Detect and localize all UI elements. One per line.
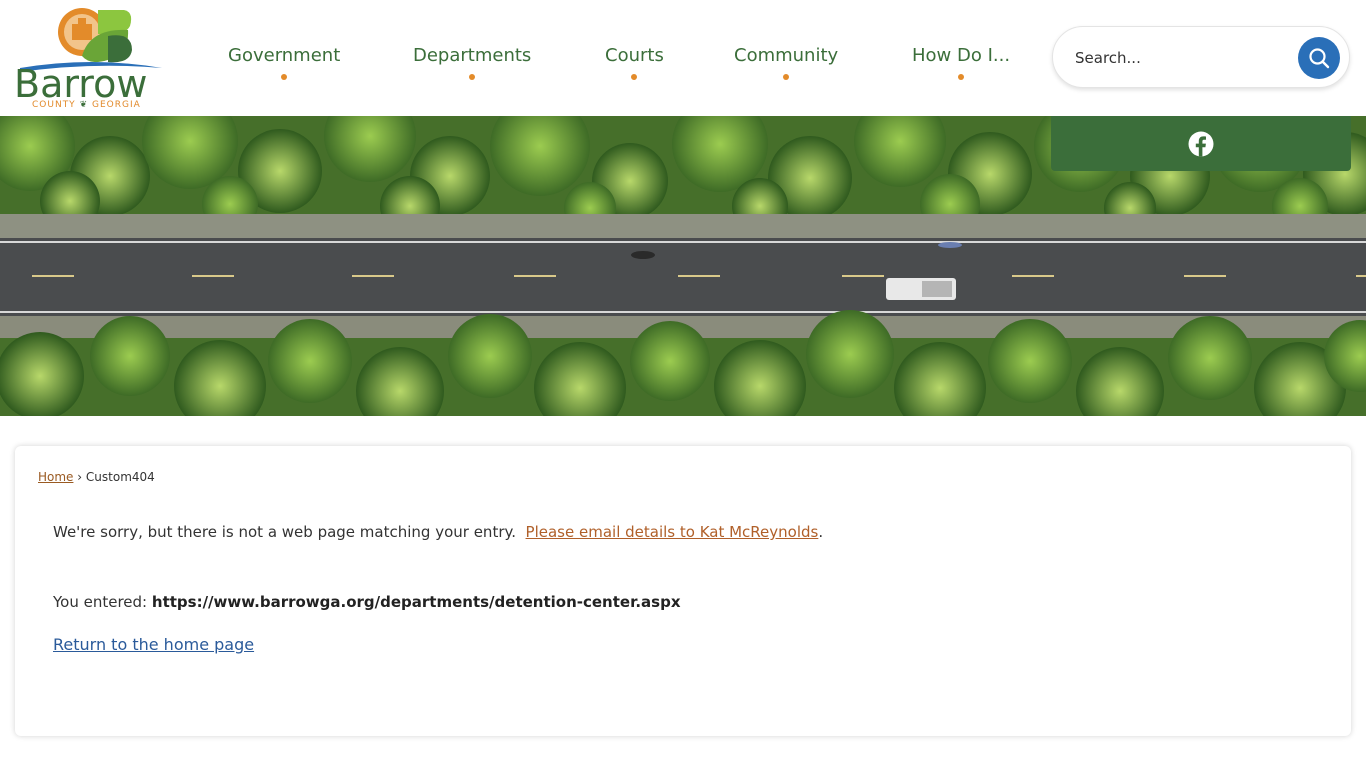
logo-leaf-icon: ❦ bbox=[79, 100, 89, 110]
nav-item-community[interactable]: Community bbox=[734, 45, 838, 80]
logo-state-text: GEORGIA bbox=[91, 100, 141, 110]
search-icon bbox=[1309, 48, 1330, 69]
nav-dot-icon bbox=[783, 74, 790, 80]
logo-county-text: COUNTY bbox=[32, 100, 76, 110]
nav-item-label: Community bbox=[734, 45, 839, 66]
nav-dot-icon bbox=[281, 74, 288, 80]
breadcrumb-current: Custom404 bbox=[85, 470, 155, 484]
search-button[interactable] bbox=[1298, 37, 1340, 79]
email-details-link[interactable]: Please email details to Kat McReynolds bbox=[526, 523, 819, 541]
return-home-link[interactable]: Return to the home page bbox=[53, 635, 254, 654]
site-header: Barrow COUNTY ❦ GEORGIA Government Depar… bbox=[0, 0, 1366, 116]
nav-dot-icon bbox=[631, 74, 638, 80]
sorry-text: We're sorry, but there is not a web page… bbox=[53, 523, 516, 541]
logo-subtitle: COUNTY ❦ GEORGIA bbox=[32, 100, 141, 110]
not-found-message: We're sorry, but there is not a web page… bbox=[53, 523, 823, 541]
breadcrumb-home-link[interactable]: Home bbox=[38, 470, 73, 484]
main-nav: Government Departments Courts Community … bbox=[196, 0, 1036, 116]
content-card: Home › Custom404 We're sorry, but there … bbox=[15, 446, 1351, 736]
facebook-icon bbox=[1188, 131, 1214, 156]
nav-item-label: Departments bbox=[413, 45, 532, 66]
barrow-county-logo[interactable]: Barrow COUNTY ❦ GEORGIA bbox=[12, 6, 180, 112]
nav-item-courts[interactable]: Courts bbox=[605, 45, 664, 80]
nav-item-how-do-i[interactable]: How Do I... bbox=[912, 45, 1010, 80]
breadcrumb: Home › Custom404 bbox=[38, 470, 155, 484]
entered-label: You entered: bbox=[53, 593, 148, 611]
search-box bbox=[1052, 26, 1350, 88]
breadcrumb-separator: › bbox=[77, 470, 83, 484]
message-period: . bbox=[818, 523, 824, 541]
search-input[interactable] bbox=[1075, 45, 1295, 71]
nav-item-government[interactable]: Government bbox=[228, 45, 340, 80]
nav-dot-icon bbox=[958, 74, 965, 80]
entered-url-line: You entered: https://www.barrowga.org/de… bbox=[53, 593, 681, 611]
entered-url: https://www.barrowga.org/departments/det… bbox=[151, 593, 681, 611]
nav-dot-icon bbox=[469, 74, 476, 80]
facebook-link[interactable] bbox=[1051, 116, 1351, 171]
nav-item-label: How Do I... bbox=[912, 45, 1011, 66]
nav-item-departments[interactable]: Departments bbox=[413, 45, 531, 80]
nav-item-label: Government bbox=[228, 45, 341, 66]
nav-item-label: Courts bbox=[605, 45, 664, 66]
